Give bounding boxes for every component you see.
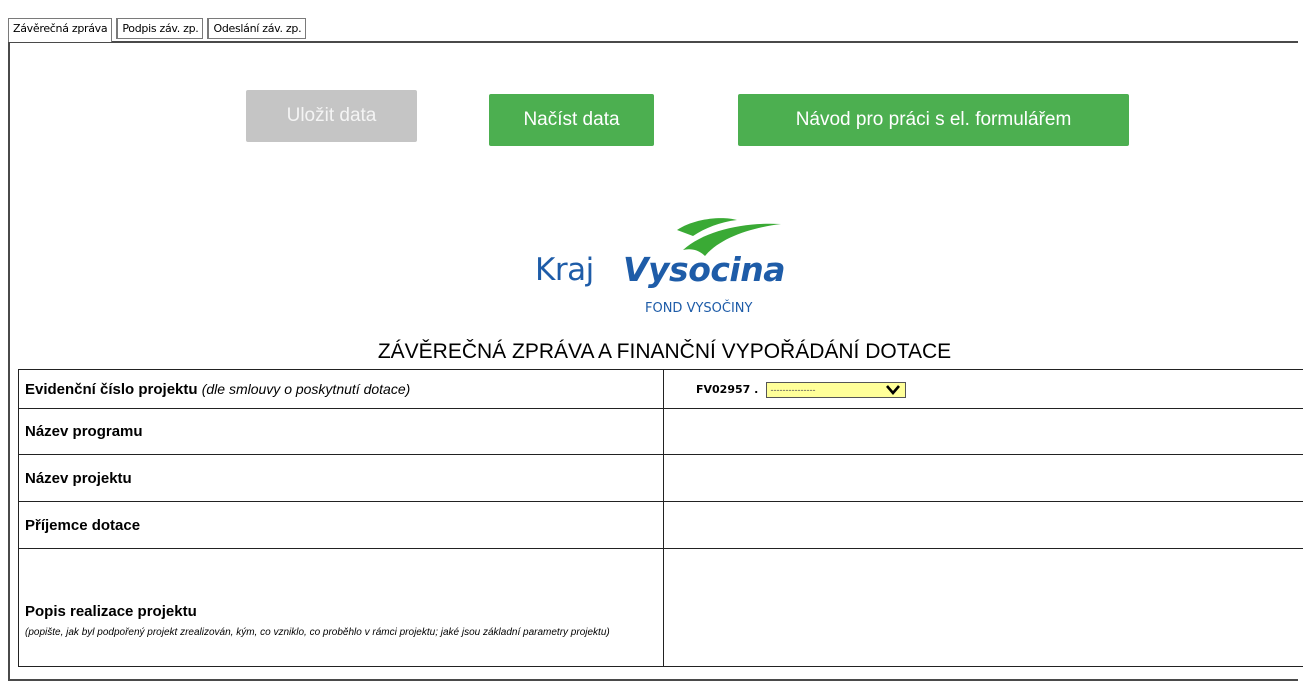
kraj-vysocina-logo: Kraj Vysocina FOND VYSOČINY	[535, 216, 795, 326]
nazev-projektu-field[interactable]	[664, 455, 1303, 502]
evidencni-cislo-label-text: Evidenční číslo projektu	[25, 381, 198, 398]
table-row: Příjemce dotace	[19, 502, 1303, 549]
evidencni-cislo-value-cell: FV02957 . ---------------	[664, 370, 1303, 409]
tab-bar: Závěrečná zpráva Podpis záv. zp. Odeslán…	[8, 18, 310, 42]
popis-realizace-label: Popis realizace projektu (popište, jak b…	[19, 549, 664, 667]
page-title: ZÁVĚREČNÁ ZPRÁVA A FINANČNÍ VYPOŘÁDÁNÍ D…	[0, 340, 1303, 364]
evidencni-cislo-prefix: FV02957 .	[696, 383, 758, 396]
prijemce-dotace-field[interactable]	[664, 502, 1303, 549]
select-value: ---------------	[770, 383, 815, 397]
evidencni-cislo-hint: (dle smlouvy o poskytnutí dotace)	[202, 381, 411, 397]
tab-zaverecna-zprava[interactable]: Závěrečná zpráva	[8, 18, 112, 42]
table-row: Název programu	[19, 409, 1303, 455]
table-row: Evidenční číslo projektu (dle smlouvy o …	[19, 370, 1303, 409]
popis-realizace-label-text: Popis realizace projektu	[25, 603, 197, 620]
table-row: Název projektu	[19, 455, 1303, 502]
popis-realizace-hint: (popište, jak byl podpořený projekt zrea…	[25, 624, 657, 641]
nazev-programu-label: Název programu	[19, 409, 664, 455]
popis-realizace-field[interactable]	[664, 549, 1303, 667]
nazev-programu-field[interactable]	[664, 409, 1303, 455]
chevron-down-icon	[886, 385, 900, 395]
load-data-button[interactable]: Načíst data	[489, 94, 654, 146]
prijemce-dotace-label: Příjemce dotace	[19, 502, 664, 549]
evidencni-cislo-select[interactable]: ---------------	[766, 382, 906, 398]
table-row: Popis realizace projektu (popište, jak b…	[19, 549, 1303, 667]
nazev-projektu-label: Název projektu	[19, 455, 664, 502]
save-data-button[interactable]: Uložit data	[246, 90, 417, 142]
logo-fond-text: FOND VYSOČINY	[645, 301, 752, 316]
report-form-table: Evidenční číslo projektu (dle smlouvy o …	[18, 369, 1303, 667]
tab-odeslani[interactable]: Odeslání záv. zp.	[207, 18, 306, 39]
logo-kraj-text: Kraj	[535, 252, 594, 288]
tab-podpis[interactable]: Podpis záv. zp.	[116, 18, 203, 39]
logo-vysocina-text: Vysocina	[623, 250, 785, 289]
form-guide-button[interactable]: Návod pro práci s el. formulářem	[738, 94, 1129, 146]
evidencni-cislo-label: Evidenční číslo projektu (dle smlouvy o …	[19, 370, 664, 409]
